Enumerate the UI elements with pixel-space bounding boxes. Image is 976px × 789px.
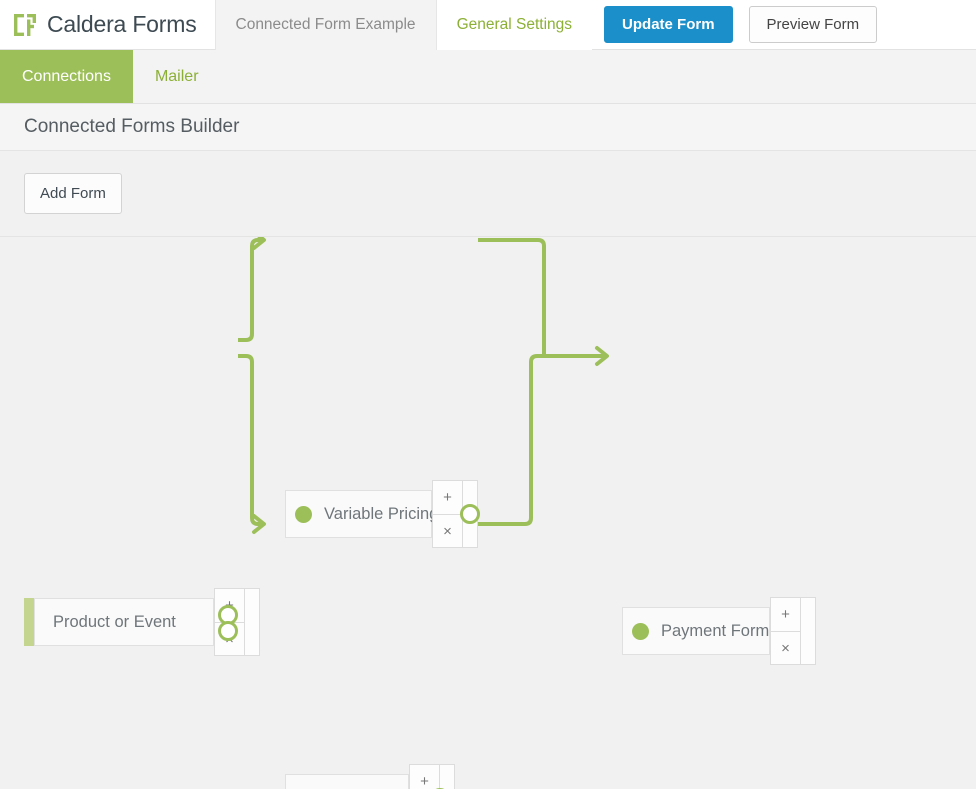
node-registration-controls: + ×	[409, 764, 440, 789]
tab-general-settings[interactable]: General Settings	[437, 0, 592, 50]
caldera-cf-logo-icon	[12, 12, 38, 38]
page-header: Connected Forms Builder	[0, 104, 976, 151]
node-registration-add-button[interactable]: +	[410, 765, 439, 789]
topbar-actions: Update Form Preview Form	[592, 0, 877, 49]
node-variable-pricing-body[interactable]: Variable Pricing	[285, 490, 432, 538]
wire-product-to-variable	[238, 240, 262, 340]
connections-canvas[interactable]: Product or Event + × Variable Pricing + …	[0, 237, 976, 789]
node-payment-form-inport[interactable]	[632, 623, 649, 640]
connection-wires	[0, 237, 976, 789]
sub-nav: Connections Mailer	[0, 50, 976, 104]
node-variable-pricing-outport-1[interactable]	[460, 504, 480, 524]
node-payment-form-label: Payment Form	[649, 622, 785, 641]
subnav-tab-mailer-label: Mailer	[155, 68, 199, 86]
add-form-button[interactable]: Add Form	[24, 173, 122, 214]
arrowhead-variable-pricing	[254, 237, 264, 248]
subnav-tab-mailer[interactable]: Mailer	[133, 50, 221, 103]
preview-form-button[interactable]: Preview Form	[749, 6, 878, 43]
node-product-or-event-label: Product or Event	[35, 613, 192, 632]
node-payment-form[interactable]: Payment Form + ×	[622, 607, 770, 655]
node-payment-form-controls: + ×	[770, 597, 801, 665]
subnav-tab-connections-label: Connections	[22, 68, 111, 86]
node-product-or-event-port-panel	[245, 588, 260, 656]
node-variable-pricing-inport[interactable]	[295, 506, 312, 523]
arrowhead-payment-form	[597, 348, 607, 364]
node-variable-pricing-controls: + ×	[432, 480, 463, 548]
node-product-or-event-body[interactable]: Product or Event	[34, 598, 214, 646]
wire-product-to-registration	[238, 356, 262, 524]
top-bar: Caldera Forms Connected Form Example Gen…	[0, 0, 976, 50]
node-variable-pricing-remove-button[interactable]: ×	[433, 514, 462, 547]
node-payment-form-port-panel	[801, 597, 816, 665]
tab-general-settings-label: General Settings	[457, 16, 572, 34]
node-variable-pricing[interactable]: Variable Pricing + ×	[285, 490, 432, 538]
node-registration[interactable]: Registration + ×	[285, 774, 409, 789]
brand-name: Caldera Forms	[47, 11, 197, 38]
node-payment-form-body[interactable]: Payment Form	[622, 607, 770, 655]
tab-connected-form-example[interactable]: Connected Form Example	[215, 0, 437, 50]
node-variable-pricing-add-button[interactable]: +	[433, 481, 462, 514]
node-registration-port-panel	[440, 764, 455, 789]
builder-toolbar: Add Form	[0, 151, 976, 236]
update-form-button[interactable]: Update Form	[604, 6, 733, 43]
node-product-or-event[interactable]: Product or Event + ×	[24, 598, 214, 646]
tab-connected-form-example-label: Connected Form Example	[236, 16, 416, 34]
wire-variable-to-payment	[478, 240, 544, 356]
brand: Caldera Forms	[0, 0, 215, 49]
page-title: Connected Forms Builder	[24, 116, 239, 138]
node-source-bar	[24, 598, 34, 646]
node-payment-form-remove-button[interactable]: ×	[771, 631, 800, 664]
subnav-tab-connections[interactable]: Connections	[0, 50, 133, 103]
node-registration-body[interactable]: Registration	[285, 774, 409, 789]
node-product-or-event-outport-2[interactable]	[218, 621, 238, 641]
arrowhead-registration	[254, 516, 264, 532]
node-payment-form-add-button[interactable]: +	[771, 598, 800, 631]
